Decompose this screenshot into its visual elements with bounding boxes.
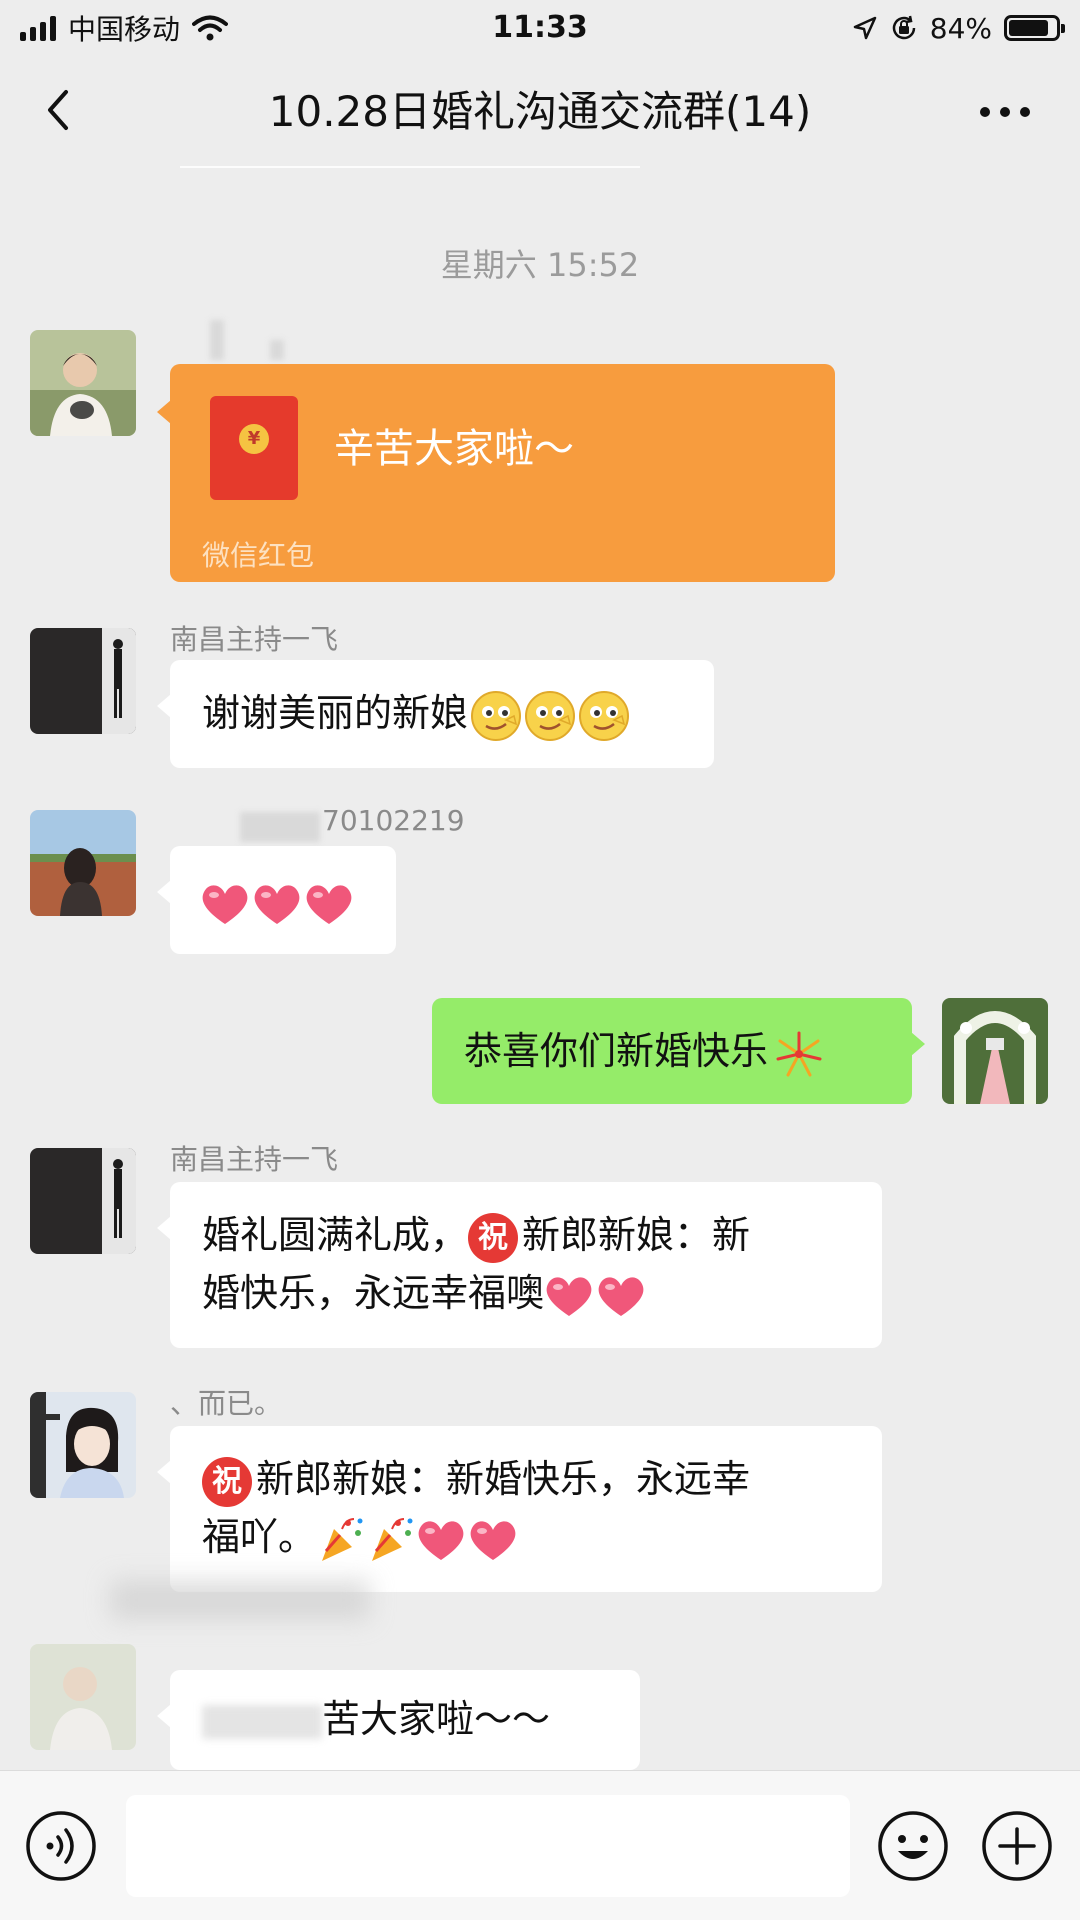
blurred-text [202,1704,322,1739]
message-text: 恭喜你们新婚快乐 [464,1029,769,1073]
avatar[interactable] [30,1148,136,1254]
avatar-photo [30,330,136,436]
red-packet-message: 辛苦大家啦～ [334,426,574,472]
zhu-icon: 祝 [468,1212,519,1263]
red-packet-label: 微信红包 [202,539,315,572]
message-list[interactable]: 星期六 15:52 ¥ 辛苦大家啦～ 微信红包 南昌主持一飞 谢谢美丽的新娘 7… [0,170,1080,1770]
party-popper-icon [372,1517,413,1561]
emoji-icon[interactable] [876,1809,950,1883]
input-bar [0,1770,1080,1920]
avatar[interactable] [30,1644,136,1750]
message-bubble[interactable]: 谢谢美丽的新娘 [157,660,714,768]
heart-icon [306,884,352,924]
avatar[interactable] [30,810,136,916]
header-divider [180,166,640,168]
heart-icon [202,884,248,924]
message-bubble[interactable]: 祝新郎新娘：新婚快乐，永远幸 福吖。 [157,1426,882,1592]
sender-name: 、而已。 [170,1387,283,1420]
blurred-sender-name [240,812,320,842]
blurred-sender-name [210,320,224,360]
avatar-photo [30,810,136,916]
coin-icon: ¥ [239,424,269,454]
avatar[interactable] [30,1392,136,1498]
outgoing-message-bubble[interactable]: 恭喜你们新婚快乐 [432,998,925,1104]
smirk-face-icon [525,690,576,741]
message-input[interactable] [126,1795,850,1897]
red-envelope-icon: ¥ [210,396,298,500]
message-line-1: 婚礼圆满礼成，祝新郎新娘：新 [202,1206,850,1264]
message-text: 谢谢美丽的新娘 [202,691,469,735]
heart-icon [254,884,300,924]
status-bar: 中国移动 11:33 84% [0,0,1080,54]
avatar[interactable] [30,330,136,436]
avatar-photo [942,998,1048,1104]
message-text: 福吖。 [202,1515,317,1559]
avatar-photo [30,1644,136,1750]
smirk-face-icon [579,690,630,741]
avatar-photo [30,1148,136,1254]
battery-icon [1004,15,1065,41]
message-line-2: 婚快乐，永远幸福噢 [202,1264,850,1322]
plus-icon[interactable] [980,1809,1054,1883]
avatar-photo [30,628,136,734]
heart-icon [546,1276,592,1316]
more-dots-icon[interactable] [970,84,1040,140]
chat-title: 10.28日婚礼沟通交流群(14) [268,87,812,136]
chat-header: 10.28日婚礼沟通交流群(14) [0,54,1080,170]
heart-icon [470,1520,516,1560]
red-packet-card[interactable]: ¥ 辛苦大家啦～ 微信红包 [157,364,835,582]
message-text: 新郎新娘：新婚快乐，永远幸 [256,1457,751,1501]
battery-percent: 84% [929,11,992,45]
zhu-icon: 祝 [202,1456,252,1507]
message-text: 婚礼圆满礼成， [202,1213,469,1257]
message-bubble[interactable]: 苦大家啦～～ [157,1670,640,1770]
sender-name: 南昌主持一飞 [170,623,339,656]
message-text: 新郎新娘：新 [522,1213,751,1257]
my-avatar[interactable] [942,998,1048,1104]
time-divider: 星期六 15:52 [440,246,640,284]
blurred-sender-name-2 [270,340,284,360]
party-popper-icon [322,1517,363,1561]
heart-icon [598,1276,644,1316]
smudge-overlay [110,1580,370,1620]
location-icon [853,16,877,40]
message-text: 婚快乐，永远幸福噢 [202,1271,545,1315]
avatar-photo [30,1392,136,1498]
sender-name: 70102219 [322,804,465,837]
battery-level-fill [1009,20,1048,36]
heart-icon [418,1520,464,1560]
voice-icon[interactable] [24,1809,98,1883]
message-text: 苦大家啦～～ [322,1697,551,1741]
message-line-2: 福吖。 [202,1508,850,1566]
sender-name: 南昌主持一飞 [170,1143,339,1176]
chat-screen: 中国移动 11:33 84% 10.28日婚礼沟通交流群(14) 星期六 15:… [0,0,1080,1920]
message-bubble[interactable]: 婚礼圆满礼成，祝新郎新娘：新 婚快乐，永远幸福噢 [157,1182,882,1348]
rotation-lock-icon [892,15,916,40]
smirk-face-icon [471,690,522,741]
avatar[interactable] [30,628,136,734]
message-bubble[interactable] [157,846,396,954]
status-right: 84% [852,8,1065,48]
fireworks-icon [776,1031,822,1076]
chevron-left-icon[interactable] [30,80,90,140]
message-line-1: 祝新郎新娘：新婚快乐，永远幸 [202,1450,850,1508]
